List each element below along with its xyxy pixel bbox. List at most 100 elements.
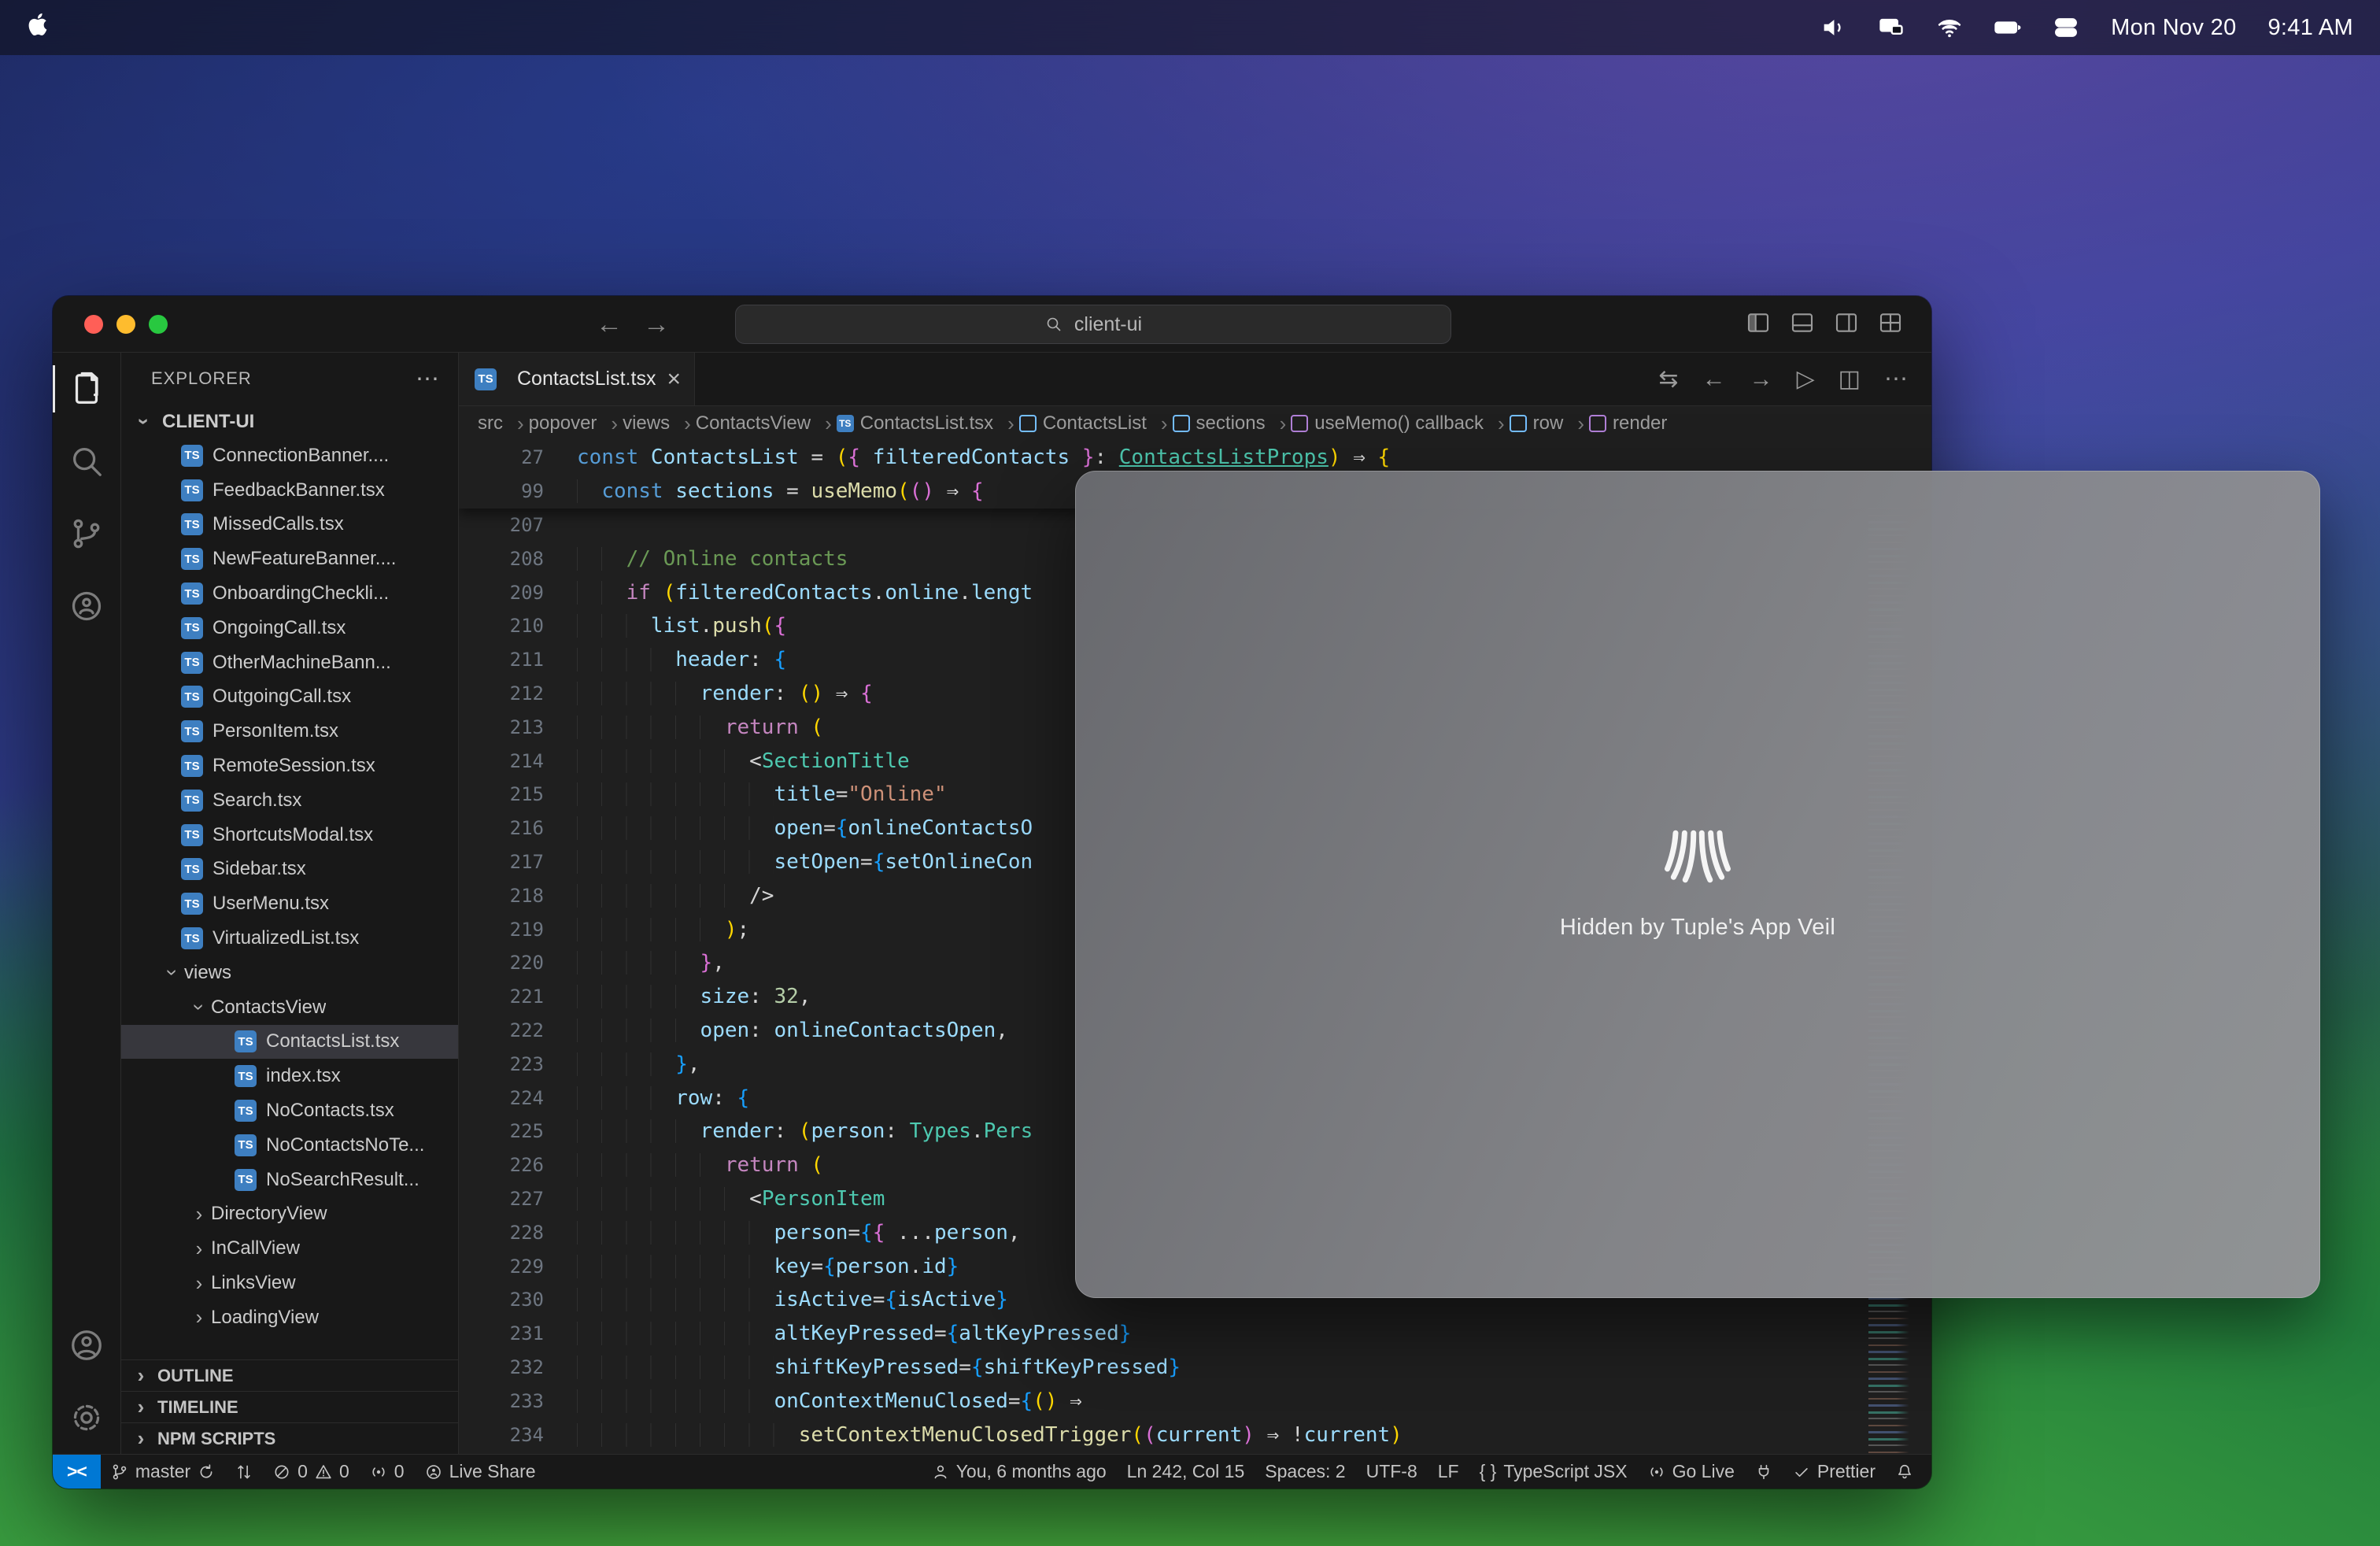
tree-file-onboardingcheckli-[interactable]: TSOnboardingCheckli... xyxy=(121,576,458,611)
tree-file-missedcalls-tsx[interactable]: TSMissedCalls.tsx xyxy=(121,508,458,542)
breadcrumb-item[interactable]: useMemo() callback xyxy=(1291,412,1504,436)
status-cursor-position[interactable]: Ln 242, Col 15 xyxy=(1117,1455,1255,1489)
tree-folder-directoryview[interactable]: ›DirectoryView xyxy=(121,1197,458,1232)
line-number: 214 xyxy=(459,750,577,772)
sidebar-section-npm-scripts[interactable]: ›NPM SCRIPTS xyxy=(121,1422,458,1454)
close-window-button[interactable] xyxy=(84,315,103,334)
tab-contactslist[interactable]: TS ContactsList.tsx × xyxy=(459,353,695,405)
run-file-icon[interactable]: ▷ xyxy=(1797,365,1815,393)
screen-mirroring-icon[interactable] xyxy=(1878,14,1905,41)
code-line-232[interactable]: 232 shiftKeyPressed={shiftKeyPressed} xyxy=(459,1351,1931,1385)
status-problems[interactable]: 00 xyxy=(263,1455,360,1489)
customize-layout-icon[interactable] xyxy=(1878,310,1903,339)
tree-file-index-tsx[interactable]: TSindex.tsx xyxy=(121,1059,458,1093)
tree-file-nocontactsnote-[interactable]: TSNoContactsNoTe... xyxy=(121,1128,458,1163)
tree-file-usermenu-tsx[interactable]: TSUserMenu.tsx xyxy=(121,886,458,921)
menu-bar-date[interactable]: Mon Nov 20 xyxy=(2111,15,2236,41)
tree-file-contactslist-tsx[interactable]: TSContactsList.tsx xyxy=(121,1025,458,1060)
tree-folder-incallview[interactable]: ›InCallView xyxy=(121,1231,458,1266)
explorer-more-actions-icon[interactable]: ⋯ xyxy=(416,365,441,393)
status-extension[interactable] xyxy=(1745,1455,1783,1489)
breadcrumb-item[interactable]: views xyxy=(623,412,691,436)
toggle-secondary-sidebar-icon[interactable] xyxy=(1834,310,1859,339)
source-control-icon[interactable] xyxy=(53,497,121,570)
forward-icon[interactable]: → xyxy=(1750,366,1773,393)
search-icon[interactable] xyxy=(53,425,121,497)
status-remote-indicator[interactable]: >< xyxy=(53,1455,101,1489)
explorer-root-folder[interactable]: › CLIENT-UI xyxy=(121,405,458,438)
status-go-live[interactable]: Go Live xyxy=(1638,1455,1745,1489)
back-icon[interactable]: ← xyxy=(1702,366,1726,393)
apple-menu-icon[interactable] xyxy=(27,11,49,44)
nav-back-icon[interactable]: ← xyxy=(596,309,623,340)
breadcrumb-item[interactable]: popover xyxy=(529,412,618,436)
status-prettier[interactable]: Prettier xyxy=(1783,1455,1886,1489)
tree-folder-loadingview[interactable]: ›LoadingView xyxy=(121,1300,458,1335)
tree-folder-contactsview[interactable]: ›ContactsView xyxy=(121,990,458,1025)
split-editor-icon[interactable]: ◫ xyxy=(1839,365,1861,393)
status-eol[interactable]: LF xyxy=(1428,1455,1469,1489)
status-gitlens-blame[interactable]: You, 6 months ago xyxy=(922,1455,1117,1489)
status-git-branch[interactable]: master xyxy=(101,1455,225,1489)
breadcrumb-item[interactable]: src xyxy=(478,412,524,436)
tree-file-feedbackbanner-tsx[interactable]: TSFeedbackBanner.tsx xyxy=(121,473,458,508)
breadcrumb-item[interactable]: TSContactsList.tsx xyxy=(837,412,1014,436)
close-tab-icon[interactable]: × xyxy=(667,366,681,393)
tree-file-othermachinebann-[interactable]: TSOtherMachineBann... xyxy=(121,645,458,680)
status-indentation[interactable]: Spaces: 2 xyxy=(1255,1455,1355,1489)
code-line-233[interactable]: 233 onContextMenuClosed={() ⇒ xyxy=(459,1384,1931,1418)
tree-folder-views[interactable]: ›views xyxy=(121,956,458,990)
minimize-window-button[interactable] xyxy=(116,315,135,334)
tree-file-remotesession-tsx[interactable]: TSRemoteSession.tsx xyxy=(121,749,458,783)
breadcrumb-item[interactable]: render xyxy=(1589,412,1667,435)
breadcrumb-item[interactable]: sections xyxy=(1173,412,1287,436)
compare-changes-icon[interactable]: ⇆ xyxy=(1658,365,1678,393)
code-line-27[interactable]: 27const ContactsList = ({ filteredContac… xyxy=(459,441,1931,475)
sidebar-section-outline[interactable]: ›OUTLINE xyxy=(121,1359,458,1391)
more-actions-icon[interactable]: ⋯ xyxy=(1884,365,1908,393)
tree-folder-linksview[interactable]: ›LinksView xyxy=(121,1266,458,1300)
tuple-app-veil-window[interactable]: Hidden by Tuple's App Veil xyxy=(1075,471,2320,1298)
live-share-icon[interactable] xyxy=(53,570,121,642)
tree-file-personitem-tsx[interactable]: TSPersonItem.tsx xyxy=(121,714,458,749)
command-center-search[interactable]: client-ui xyxy=(735,305,1451,344)
zoom-window-button[interactable] xyxy=(149,315,168,334)
tree-file-newfeaturebanner-[interactable]: TSNewFeatureBanner.... xyxy=(121,542,458,576)
tree-file-outgoingcall-tsx[interactable]: TSOutgoingCall.tsx xyxy=(121,680,458,715)
accounts-icon[interactable] xyxy=(53,1309,121,1381)
code-text: setOpen={setOnlineCon xyxy=(577,850,1033,874)
menu-bar-clock[interactable]: 9:41 AM xyxy=(2268,15,2354,41)
tree-file-nosearchresult-[interactable]: TSNoSearchResult... xyxy=(121,1163,458,1197)
tree-file-sidebar-tsx[interactable]: TSSidebar.tsx xyxy=(121,853,458,887)
code-line-231[interactable]: 231 altKeyPressed={altKeyPressed} xyxy=(459,1317,1931,1351)
toggle-panel-icon[interactable] xyxy=(1790,310,1815,339)
status-language-mode[interactable]: { }TypeScript JSX xyxy=(1469,1455,1638,1489)
tree-file-shortcutsmodal-tsx[interactable]: TSShortcutsModal.tsx xyxy=(121,818,458,853)
status-gitlens-compare[interactable] xyxy=(225,1455,263,1489)
sidebar-section-timeline[interactable]: ›TIMELINE xyxy=(121,1391,458,1422)
breadcrumb-item[interactable]: ContactsView xyxy=(696,412,832,436)
wifi-icon[interactable] xyxy=(1936,14,1963,41)
battery-icon[interactable] xyxy=(1994,14,2021,41)
tree-file-virtualizedlist-tsx[interactable]: TSVirtualizedList.tsx xyxy=(121,921,458,956)
code-text: key={person.id} xyxy=(577,1255,959,1278)
code-text: shiftKeyPressed={shiftKeyPressed} xyxy=(577,1356,1181,1379)
code-line-234[interactable]: 234 setContextMenuClosedTrigger((current… xyxy=(459,1418,1931,1452)
control-center-icon[interactable] xyxy=(2053,14,2079,41)
status-encoding[interactable]: UTF-8 xyxy=(1356,1455,1428,1489)
nav-forward-icon[interactable]: → xyxy=(643,309,670,340)
status-ports[interactable]: 0 xyxy=(360,1455,415,1489)
breadcrumb-item[interactable]: row xyxy=(1510,412,1584,436)
explorer-icon[interactable] xyxy=(53,353,121,425)
tree-file-ongoingcall-tsx[interactable]: TSOngoingCall.tsx xyxy=(121,611,458,645)
toggle-primary-sidebar-icon[interactable] xyxy=(1746,310,1771,339)
tree-file-connectionbanner-[interactable]: TSConnectionBanner.... xyxy=(121,438,458,473)
window-title-bar[interactable]: ← → client-ui xyxy=(53,296,1931,353)
status-live-share[interactable]: Live Share xyxy=(415,1455,546,1489)
status-notifications[interactable] xyxy=(1886,1455,1924,1489)
settings-gear-icon[interactable] xyxy=(53,1381,121,1454)
breadcrumb-item[interactable]: ContactsList xyxy=(1019,412,1168,436)
tree-file-search-tsx[interactable]: TSSearch.tsx xyxy=(121,783,458,818)
volume-icon[interactable] xyxy=(1820,14,1846,41)
tree-file-nocontacts-tsx[interactable]: TSNoContacts.tsx xyxy=(121,1093,458,1128)
